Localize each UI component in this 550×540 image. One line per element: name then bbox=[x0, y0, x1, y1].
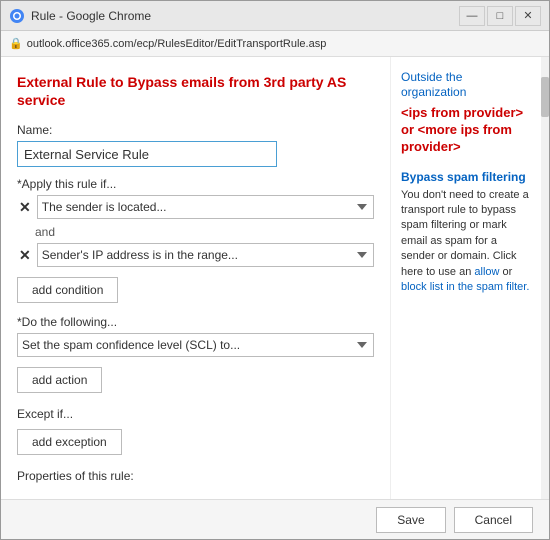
window: Rule - Google Chrome — □ ✕ 🔒 outlook.off… bbox=[0, 0, 550, 540]
block-list-link[interactable]: block list in the spam filter. bbox=[401, 281, 529, 293]
bypass-text: You don't need to create a transport rul… bbox=[401, 188, 531, 296]
bypass-description: You don't need to create a transport rul… bbox=[401, 189, 529, 278]
condition-1-select[interactable]: The sender is located... bbox=[37, 195, 374, 219]
add-action-button[interactable]: add action bbox=[17, 367, 102, 393]
address-bar: 🔒 outlook.office365.com/ecp/RulesEditor/… bbox=[1, 31, 549, 57]
address-text: outlook.office365.com/ecp/RulesEditor/Ed… bbox=[27, 38, 541, 50]
scrollbar[interactable] bbox=[541, 57, 549, 499]
remove-condition-1-button[interactable]: ✕ bbox=[17, 200, 33, 214]
do-following-label: *Do the following... bbox=[17, 315, 374, 329]
window-title: Rule - Google Chrome bbox=[31, 9, 459, 23]
apply-rule-label: *Apply this rule if... bbox=[17, 177, 374, 191]
ips-text: <ips from provider> or <more ips from pr… bbox=[401, 105, 531, 156]
condition-row-2: ✕ Sender's IP address is in the range... bbox=[17, 243, 374, 267]
action-row: Set the spam confidence level (SCL) to..… bbox=[17, 333, 374, 357]
or-text: or bbox=[503, 266, 513, 278]
action-1-select[interactable]: Set the spam confidence level (SCL) to..… bbox=[17, 333, 374, 357]
allow-link[interactable]: allow bbox=[474, 266, 499, 278]
condition-2-select[interactable]: Sender's IP address is in the range... bbox=[37, 243, 374, 267]
page-title: External Rule to Bypass emails from 3rd … bbox=[17, 73, 374, 109]
outside-org-link[interactable]: Outside the organization bbox=[401, 70, 466, 99]
title-bar: Rule - Google Chrome — □ ✕ bbox=[1, 1, 549, 31]
save-button[interactable]: Save bbox=[376, 507, 445, 533]
maximize-button[interactable]: □ bbox=[487, 6, 513, 26]
lock-icon: 🔒 bbox=[9, 37, 23, 50]
side-panel: Outside the organization <ips from provi… bbox=[391, 57, 541, 499]
footer: Save Cancel bbox=[1, 499, 549, 539]
chrome-icon bbox=[9, 8, 25, 24]
scrollbar-thumb bbox=[541, 77, 549, 117]
remove-condition-2-button[interactable]: ✕ bbox=[17, 248, 33, 262]
name-input[interactable] bbox=[17, 141, 277, 167]
close-button[interactable]: ✕ bbox=[515, 6, 541, 26]
except-if-label: Except if... bbox=[17, 407, 374, 421]
main-panel: External Rule to Bypass emails from 3rd … bbox=[1, 57, 391, 499]
properties-label: Properties of this rule: bbox=[17, 469, 374, 483]
cancel-button[interactable]: Cancel bbox=[454, 507, 533, 533]
add-condition-button[interactable]: add condition bbox=[17, 277, 118, 303]
name-label: Name: bbox=[17, 123, 374, 137]
minimize-button[interactable]: — bbox=[459, 6, 485, 26]
bypass-heading[interactable]: Bypass spam filtering bbox=[401, 170, 531, 184]
condition-row-1: ✕ The sender is located... bbox=[17, 195, 374, 219]
and-label: and bbox=[35, 225, 374, 239]
window-controls: — □ ✕ bbox=[459, 6, 541, 26]
content-area: External Rule to Bypass emails from 3rd … bbox=[1, 57, 541, 499]
add-exception-button[interactable]: add exception bbox=[17, 429, 122, 455]
